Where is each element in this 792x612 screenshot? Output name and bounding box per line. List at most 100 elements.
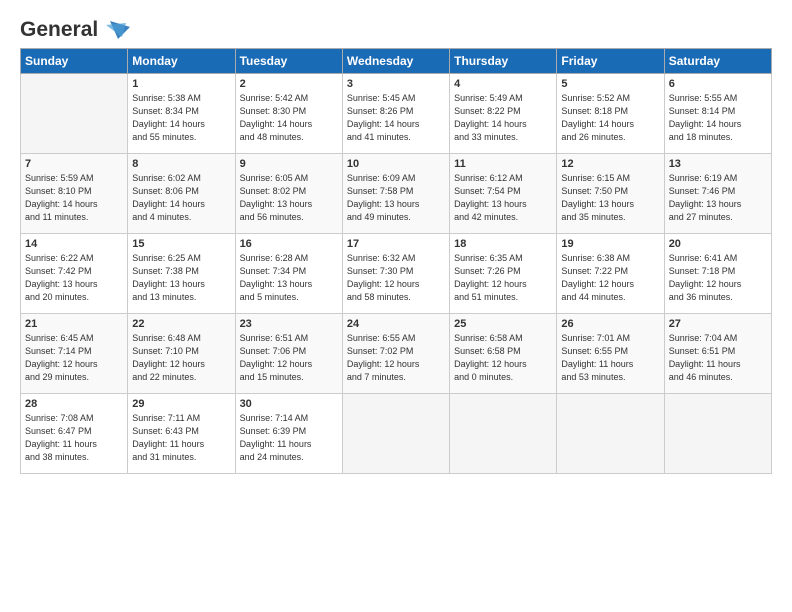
day-number: 16 bbox=[240, 238, 338, 250]
cell-w2-d1: 15 Sunrise: 6:25 AM Sunset: 7:38 PM Dayli… bbox=[128, 234, 235, 314]
cell-w3-d2: 23 Sunrise: 6:51 AM Sunset: 7:06 PM Dayli… bbox=[235, 314, 342, 394]
cell-w3-d0: 21 Sunrise: 6:45 AM Sunset: 7:14 PM Dayli… bbox=[21, 314, 128, 394]
cell-text: Sunrise: 7:11 AM Sunset: 6:43 PM Dayligh… bbox=[132, 412, 230, 464]
page: General SundayMondayTuesdayWednesdayThur… bbox=[0, 0, 792, 612]
cell-w2-d5: 19 Sunrise: 6:38 AM Sunset: 7:22 PM Dayli… bbox=[557, 234, 664, 314]
logo: General bbox=[20, 18, 132, 38]
cell-w3-d4: 25 Sunrise: 6:58 AM Sunset: 6:58 PM Dayli… bbox=[450, 314, 557, 394]
cell-text: Sunrise: 6:15 AM Sunset: 7:50 PM Dayligh… bbox=[561, 172, 659, 224]
day-number: 4 bbox=[454, 78, 552, 90]
day-number: 13 bbox=[669, 158, 767, 170]
col-header-friday: Friday bbox=[557, 49, 664, 74]
cell-w2-d0: 14Sunrise: 6:22 AM Sunset: 7:42 PM Dayli… bbox=[21, 234, 128, 314]
header: General bbox=[20, 18, 772, 38]
day-number: 22 bbox=[132, 318, 230, 330]
cell-w1-d4: 11 Sunrise: 6:12 AM Sunset: 7:54 PM Dayli… bbox=[450, 154, 557, 234]
day-number: 5 bbox=[561, 78, 659, 90]
cell-text: Sunrise: 6:22 AM Sunset: 7:42 PM Dayligh… bbox=[25, 252, 123, 304]
cell-text: Sunrise: 5:55 AM Sunset: 8:14 PM Dayligh… bbox=[669, 92, 767, 144]
cell-w4-d1: 29 Sunrise: 7:11 AM Sunset: 6:43 PM Dayli… bbox=[128, 394, 235, 474]
cell-text: Sunrise: 6:35 AM Sunset: 7:26 PM Dayligh… bbox=[454, 252, 552, 304]
cell-text: Sunrise: 6:02 AM Sunset: 8:06 PM Dayligh… bbox=[132, 172, 230, 224]
day-number: 29 bbox=[132, 398, 230, 410]
col-header-saturday: Saturday bbox=[664, 49, 771, 74]
logo-general: General bbox=[20, 18, 98, 42]
cell-text: Sunrise: 5:49 AM Sunset: 8:22 PM Dayligh… bbox=[454, 92, 552, 144]
day-number: 30 bbox=[240, 398, 338, 410]
cell-w0-d1: 1 Sunrise: 5:38 AM Sunset: 8:34 PM Daylig… bbox=[128, 74, 235, 154]
cell-text: Sunrise: 6:12 AM Sunset: 7:54 PM Dayligh… bbox=[454, 172, 552, 224]
col-header-thursday: Thursday bbox=[450, 49, 557, 74]
cell-text: Sunrise: 6:09 AM Sunset: 7:58 PM Dayligh… bbox=[347, 172, 445, 224]
cell-text: Sunrise: 7:04 AM Sunset: 6:51 PM Dayligh… bbox=[669, 332, 767, 384]
cell-w0-d2: 2 Sunrise: 5:42 AM Sunset: 8:30 PM Daylig… bbox=[235, 74, 342, 154]
cell-text: Sunrise: 6:58 AM Sunset: 6:58 PM Dayligh… bbox=[454, 332, 552, 384]
day-number: 19 bbox=[561, 238, 659, 250]
day-number: 17 bbox=[347, 238, 445, 250]
day-number: 11 bbox=[454, 158, 552, 170]
cell-w1-d5: 12 Sunrise: 6:15 AM Sunset: 7:50 PM Dayli… bbox=[557, 154, 664, 234]
day-number: 23 bbox=[240, 318, 338, 330]
cell-text: Sunrise: 6:25 AM Sunset: 7:38 PM Dayligh… bbox=[132, 252, 230, 304]
day-number: 1 bbox=[132, 78, 230, 90]
cell-w1-d0: 7Sunrise: 5:59 AM Sunset: 8:10 PM Daylig… bbox=[21, 154, 128, 234]
cell-w3-d3: 24 Sunrise: 6:55 AM Sunset: 7:02 PM Dayli… bbox=[342, 314, 449, 394]
cell-w1-d2: 9Sunrise: 6:05 AM Sunset: 8:02 PM Daylig… bbox=[235, 154, 342, 234]
day-number: 10 bbox=[347, 158, 445, 170]
cell-text: Sunrise: 6:38 AM Sunset: 7:22 PM Dayligh… bbox=[561, 252, 659, 304]
cell-text: Sunrise: 6:32 AM Sunset: 7:30 PM Dayligh… bbox=[347, 252, 445, 304]
cell-w4-d5 bbox=[557, 394, 664, 474]
day-number: 25 bbox=[454, 318, 552, 330]
day-number: 27 bbox=[669, 318, 767, 330]
cell-w0-d6: 6 Sunrise: 5:55 AM Sunset: 8:14 PM Daylig… bbox=[664, 74, 771, 154]
cell-w0-d3: 3Sunrise: 5:45 AM Sunset: 8:26 PM Daylig… bbox=[342, 74, 449, 154]
cell-text: Sunrise: 6:51 AM Sunset: 7:06 PM Dayligh… bbox=[240, 332, 338, 384]
day-number: 2 bbox=[240, 78, 338, 90]
col-header-wednesday: Wednesday bbox=[342, 49, 449, 74]
calendar-table: SundayMondayTuesdayWednesdayThursdayFrid… bbox=[20, 48, 772, 474]
cell-w1-d6: 13 Sunrise: 6:19 AM Sunset: 7:46 PM Dayli… bbox=[664, 154, 771, 234]
cell-w0-d0 bbox=[21, 74, 128, 154]
cell-w4-d4 bbox=[450, 394, 557, 474]
day-number: 26 bbox=[561, 318, 659, 330]
cell-w3-d1: 22 Sunrise: 6:48 AM Sunset: 7:10 PM Dayli… bbox=[128, 314, 235, 394]
cell-w2-d4: 18 Sunrise: 6:35 AM Sunset: 7:26 PM Dayli… bbox=[450, 234, 557, 314]
day-number: 28 bbox=[25, 398, 123, 410]
day-number: 24 bbox=[347, 318, 445, 330]
cell-w2-d6: 20 Sunrise: 6:41 AM Sunset: 7:18 PM Dayli… bbox=[664, 234, 771, 314]
day-number: 21 bbox=[25, 318, 123, 330]
day-number: 6 bbox=[669, 78, 767, 90]
cell-w4-d2: 30 Sunrise: 7:14 AM Sunset: 6:39 PM Dayli… bbox=[235, 394, 342, 474]
cell-text: Sunrise: 6:41 AM Sunset: 7:18 PM Dayligh… bbox=[669, 252, 767, 304]
cell-w0-d4: 4 Sunrise: 5:49 AM Sunset: 8:22 PM Daylig… bbox=[450, 74, 557, 154]
cell-w4-d6 bbox=[664, 394, 771, 474]
cell-w1-d3: 10 Sunrise: 6:09 AM Sunset: 7:58 PM Dayli… bbox=[342, 154, 449, 234]
cell-text: Sunrise: 7:08 AM Sunset: 6:47 PM Dayligh… bbox=[25, 412, 123, 464]
day-number: 18 bbox=[454, 238, 552, 250]
cell-w3-d6: 27 Sunrise: 7:04 AM Sunset: 6:51 PM Dayli… bbox=[664, 314, 771, 394]
col-header-monday: Monday bbox=[128, 49, 235, 74]
cell-text: Sunrise: 7:01 AM Sunset: 6:55 PM Dayligh… bbox=[561, 332, 659, 384]
cell-text: Sunrise: 7:14 AM Sunset: 6:39 PM Dayligh… bbox=[240, 412, 338, 464]
cell-text: Sunrise: 5:59 AM Sunset: 8:10 PM Dayligh… bbox=[25, 172, 123, 224]
cell-text: Sunrise: 5:42 AM Sunset: 8:30 PM Dayligh… bbox=[240, 92, 338, 144]
cell-w0-d5: 5 Sunrise: 5:52 AM Sunset: 8:18 PM Daylig… bbox=[557, 74, 664, 154]
day-number: 8 bbox=[132, 158, 230, 170]
cell-w4-d3 bbox=[342, 394, 449, 474]
cell-text: Sunrise: 6:55 AM Sunset: 7:02 PM Dayligh… bbox=[347, 332, 445, 384]
day-number: 20 bbox=[669, 238, 767, 250]
cell-w4-d0: 28 Sunrise: 7:08 AM Sunset: 6:47 PM Dayli… bbox=[21, 394, 128, 474]
cell-w3-d5: 26 Sunrise: 7:01 AM Sunset: 6:55 PM Dayli… bbox=[557, 314, 664, 394]
cell-text: Sunrise: 6:19 AM Sunset: 7:46 PM Dayligh… bbox=[669, 172, 767, 224]
cell-text: Sunrise: 6:45 AM Sunset: 7:14 PM Dayligh… bbox=[25, 332, 123, 384]
col-header-tuesday: Tuesday bbox=[235, 49, 342, 74]
cell-text: Sunrise: 6:28 AM Sunset: 7:34 PM Dayligh… bbox=[240, 252, 338, 304]
cell-w1-d1: 8 Sunrise: 6:02 AM Sunset: 8:06 PM Daylig… bbox=[128, 154, 235, 234]
cell-text: Sunrise: 6:48 AM Sunset: 7:10 PM Dayligh… bbox=[132, 332, 230, 384]
cell-w2-d2: 16 Sunrise: 6:28 AM Sunset: 7:34 PM Dayli… bbox=[235, 234, 342, 314]
day-number: 3 bbox=[347, 78, 445, 90]
cell-text: Sunrise: 5:38 AM Sunset: 8:34 PM Dayligh… bbox=[132, 92, 230, 144]
day-number: 12 bbox=[561, 158, 659, 170]
day-number: 15 bbox=[132, 238, 230, 250]
cell-text: Sunrise: 5:52 AM Sunset: 8:18 PM Dayligh… bbox=[561, 92, 659, 144]
